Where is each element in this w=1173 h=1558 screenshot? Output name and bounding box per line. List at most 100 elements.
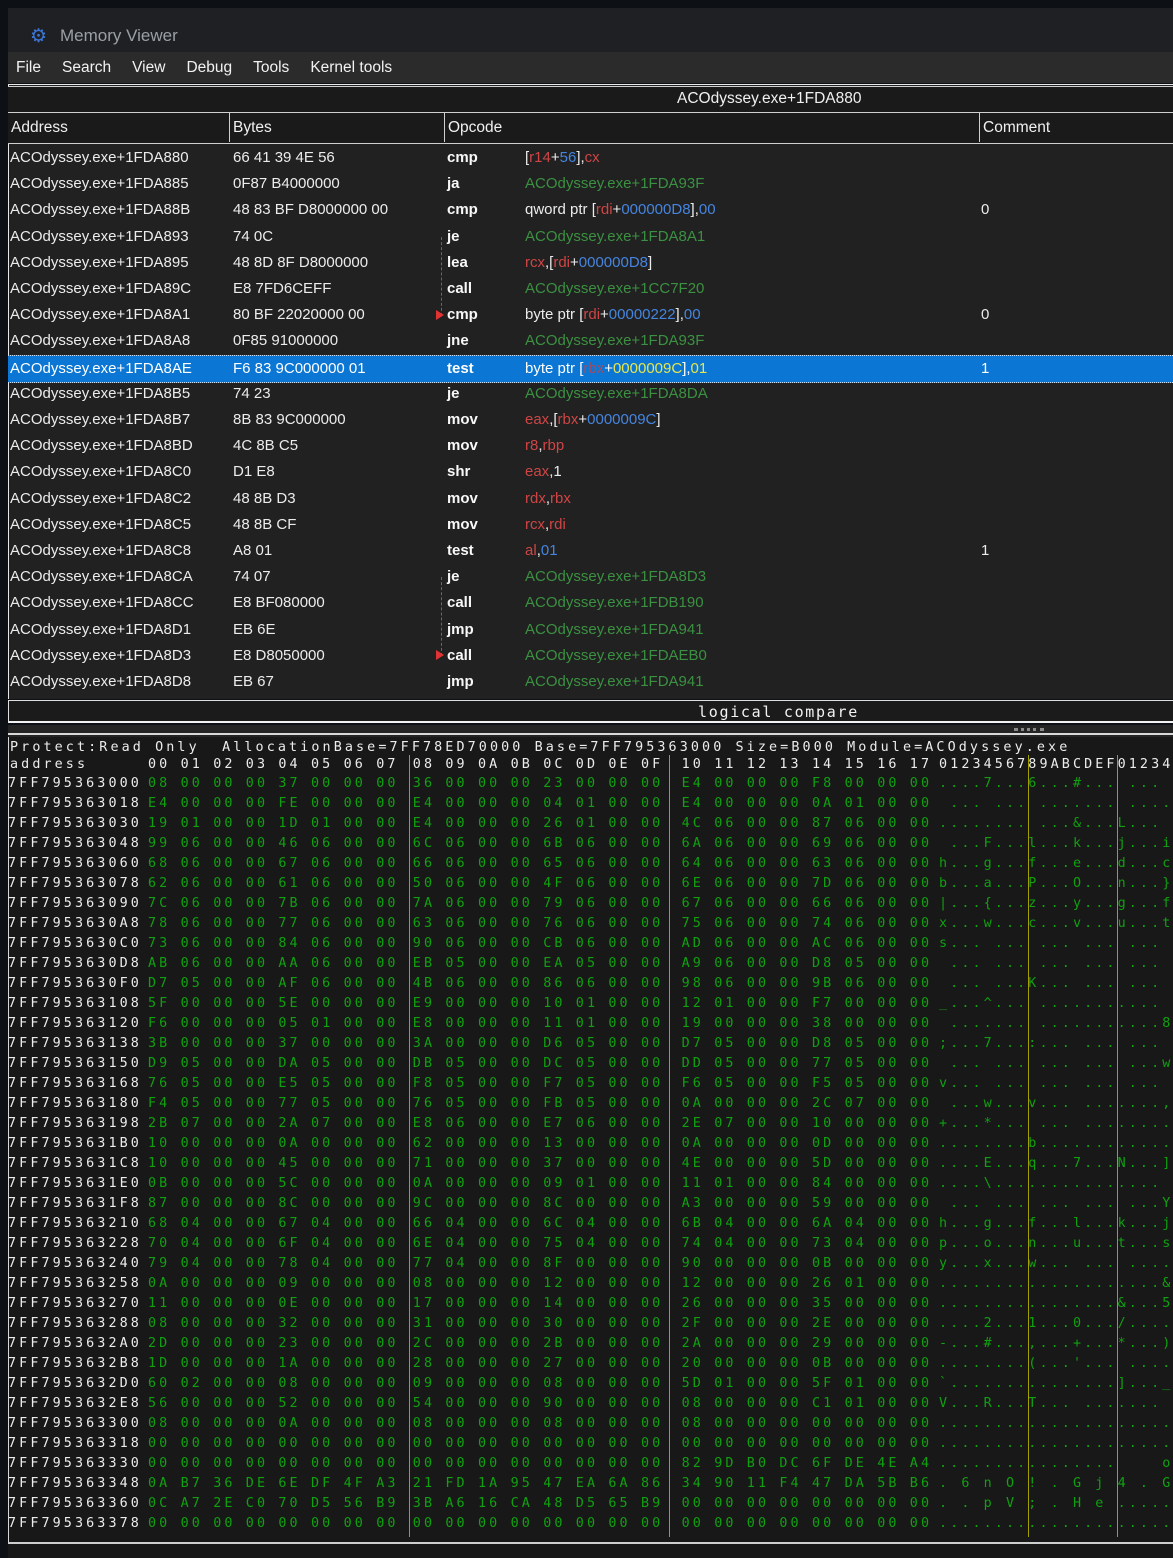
hex-byte[interactable]: 00	[641, 954, 663, 974]
hex-byte[interactable]: 06	[845, 814, 867, 834]
hex-byte[interactable]: 67	[278, 1214, 300, 1234]
hex-byte[interactable]: 00	[877, 1314, 899, 1334]
hex-byte[interactable]: 77	[278, 914, 300, 934]
hex-byte[interactable]: 00	[213, 1294, 235, 1314]
hex-byte[interactable]: 00	[608, 1174, 630, 1194]
hex-byte[interactable]: 05	[445, 1094, 467, 1114]
hex-byte[interactable]: A3	[682, 1194, 704, 1214]
hex-byte[interactable]: 00	[511, 854, 533, 874]
hex-byte[interactable]: 06	[445, 854, 467, 874]
hex-byte[interactable]: 00	[877, 1054, 899, 1074]
hex-byte[interactable]: 00	[910, 1354, 932, 1374]
hex-byte[interactable]: 00	[877, 1294, 899, 1314]
hex-byte[interactable]: 00	[779, 1074, 801, 1094]
hex-byte[interactable]: 79	[543, 894, 565, 914]
hex-byte[interactable]: 04	[845, 1214, 867, 1234]
hex-byte[interactable]: 00	[641, 1434, 663, 1454]
hex-byte[interactable]: 00	[344, 994, 366, 1014]
hex-byte[interactable]: 00	[576, 1154, 598, 1174]
hex-byte[interactable]: 00	[714, 1434, 736, 1454]
hex-byte[interactable]: DA	[278, 1054, 300, 1074]
hex-byte[interactable]: E5	[278, 1074, 300, 1094]
hex-byte[interactable]: 00	[478, 1354, 500, 1374]
hex-byte[interactable]: 60	[148, 1374, 170, 1394]
hex-byte[interactable]: 6A	[812, 1214, 834, 1234]
hex-byte[interactable]: 06	[576, 914, 598, 934]
disasm-row[interactable]: ACOdyssey.exe+1FDA88B48 83 BF D8000000 0…	[8, 197, 1173, 223]
hex-byte[interactable]: 00	[910, 834, 932, 854]
hex-byte[interactable]: 00	[747, 934, 769, 954]
hex-byte[interactable]: 00	[641, 1354, 663, 1374]
hex-byte[interactable]: 37	[543, 1154, 565, 1174]
hex-byte[interactable]: 13	[543, 1134, 565, 1154]
hex-byte[interactable]: 00	[181, 1414, 203, 1434]
hex-byte[interactable]: 00	[311, 1454, 333, 1474]
hex-byte[interactable]: 00	[376, 1174, 398, 1194]
hex-byte[interactable]: 00	[311, 1034, 333, 1054]
hex-byte[interactable]: 00	[344, 934, 366, 954]
hex-byte[interactable]: 00	[478, 954, 500, 974]
hex-byte[interactable]: D8	[812, 1034, 834, 1054]
hex-byte[interactable]: 00	[779, 914, 801, 934]
hex-byte[interactable]: 05	[845, 1054, 867, 1074]
hex-byte[interactable]: 00	[511, 794, 533, 814]
hex-byte[interactable]: 00	[779, 1054, 801, 1074]
hex-byte[interactable]: 00	[877, 1394, 899, 1414]
hex-byte[interactable]: 05	[181, 1094, 203, 1114]
hex-byte[interactable]: 00	[877, 934, 899, 954]
hex-byte[interactable]: 00	[344, 1274, 366, 1294]
hex-byte[interactable]: 00	[845, 1414, 867, 1434]
hex-byte[interactable]: F4	[779, 1474, 801, 1494]
hex-byte[interactable]: 00	[608, 1414, 630, 1434]
hex-byte[interactable]: 00	[714, 1094, 736, 1114]
hex-byte[interactable]: 90	[413, 934, 435, 954]
hex-byte[interactable]: 05	[714, 1054, 736, 1074]
hex-byte[interactable]: 00	[376, 1014, 398, 1034]
hex-byte[interactable]: 5E	[278, 994, 300, 1014]
hex-byte[interactable]: 00	[376, 794, 398, 814]
hex-byte[interactable]: 00	[877, 1354, 899, 1374]
hex-byte[interactable]: 00	[181, 1434, 203, 1454]
hex-byte[interactable]: 26	[812, 1274, 834, 1294]
hex-byte[interactable]: 84	[812, 1174, 834, 1194]
hex-byte[interactable]: 00	[246, 1154, 268, 1174]
hex-byte[interactable]: 5B	[877, 1474, 899, 1494]
hex-byte[interactable]: 00	[478, 1254, 500, 1274]
hex-byte[interactable]: 00	[608, 934, 630, 954]
hex-byte[interactable]: 09	[413, 1374, 435, 1394]
hex-byte[interactable]: 00	[478, 1514, 500, 1534]
panel-splitter[interactable]	[8, 725, 1173, 737]
hex-byte[interactable]: 00	[812, 1494, 834, 1514]
hex-byte[interactable]: 06	[311, 934, 333, 954]
hex-byte[interactable]: 0A	[148, 1474, 170, 1494]
hex-byte[interactable]: 08	[148, 1314, 170, 1334]
hex-byte[interactable]: 00	[213, 1214, 235, 1234]
hex-byte[interactable]: 00	[246, 1414, 268, 1434]
hex-byte[interactable]: 00	[213, 894, 235, 914]
hex-byte[interactable]: 00	[376, 994, 398, 1014]
hex-byte[interactable]: 00	[779, 794, 801, 814]
hex-byte[interactable]: 00	[910, 794, 932, 814]
hex-byte[interactable]: 00	[311, 1374, 333, 1394]
hex-byte[interactable]: 00	[376, 814, 398, 834]
hex-byte[interactable]: 00	[910, 994, 932, 1014]
hex-byte[interactable]: 00	[478, 974, 500, 994]
hex-byte[interactable]: 00	[779, 1354, 801, 1374]
hex-byte[interactable]: DE	[246, 1474, 268, 1494]
hex-byte[interactable]: 00	[344, 1114, 366, 1134]
hex-byte[interactable]: 00	[376, 1114, 398, 1134]
hex-byte[interactable]: 00	[213, 874, 235, 894]
hex-byte[interactable]: 00	[478, 1314, 500, 1334]
hex-byte[interactable]: 36	[213, 1474, 235, 1494]
hex-byte[interactable]: 00	[213, 1194, 235, 1214]
hex-byte[interactable]: 00	[747, 894, 769, 914]
hex-byte[interactable]: 00	[511, 1294, 533, 1314]
disasm-row[interactable]: ACOdyssey.exe+1FDA89CE8 7FD6CEFFcallACOd…	[8, 276, 1173, 302]
hex-byte[interactable]: 00	[910, 1274, 932, 1294]
hex-ascii[interactable]: v... ... ... ... ...	[939, 1074, 1173, 1094]
hex-byte[interactable]: 00	[445, 1194, 467, 1214]
hex-byte[interactable]: 00	[344, 894, 366, 914]
hex-byte[interactable]: 00	[877, 1174, 899, 1194]
hex-byte[interactable]: 71	[413, 1154, 435, 1174]
hex-byte[interactable]: 00	[376, 1454, 398, 1474]
